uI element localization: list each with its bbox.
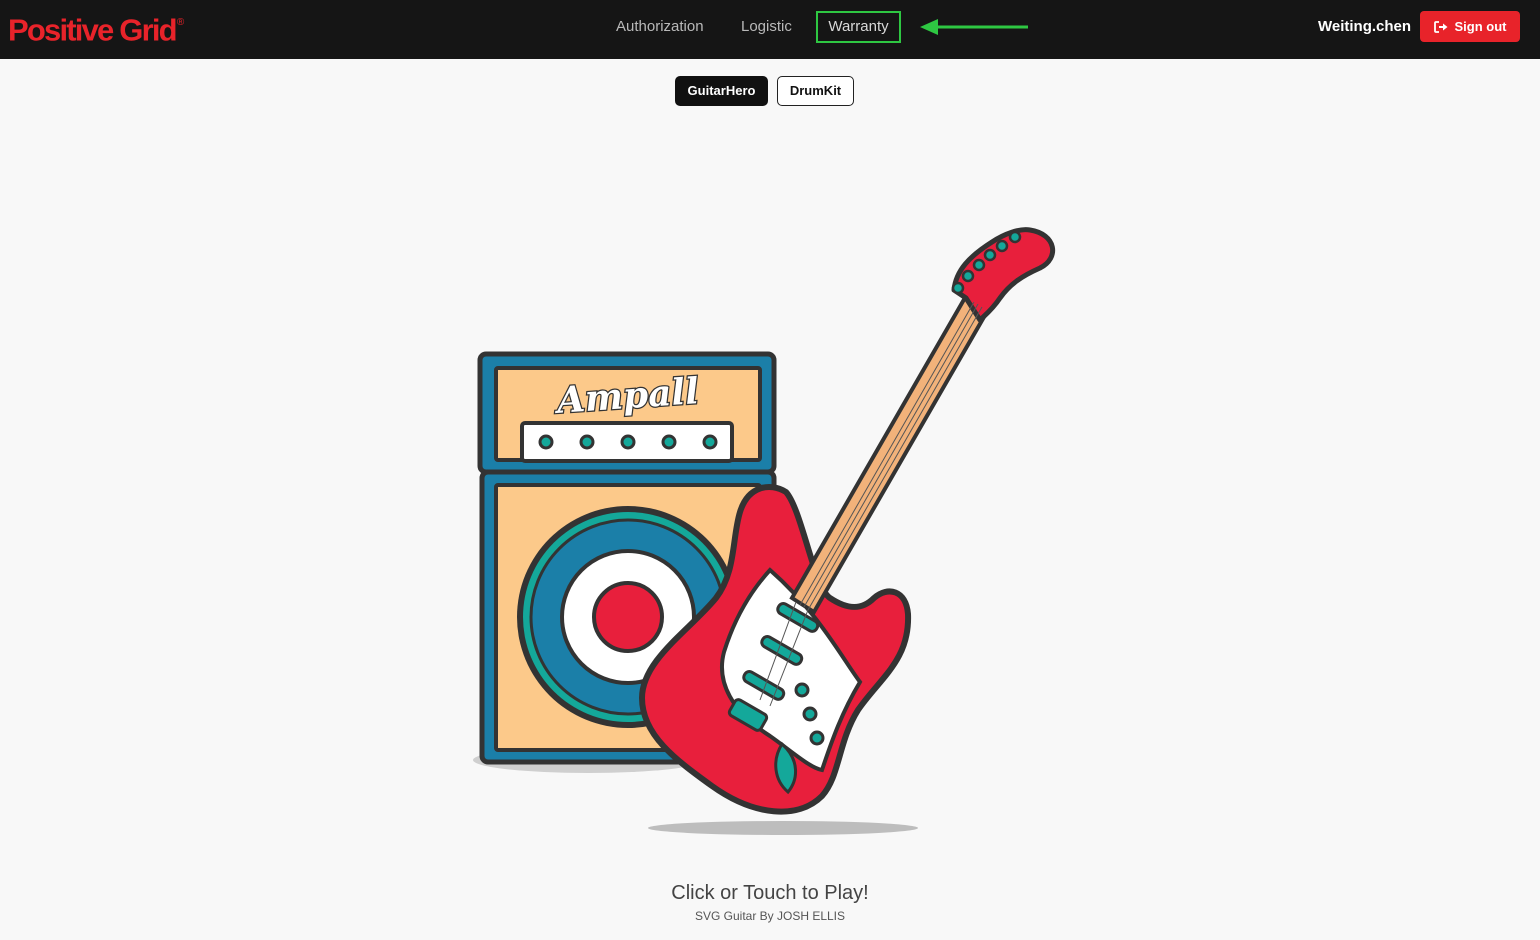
top-navbar: Positive Grid® Authorization Logistic Wa…: [0, 0, 1540, 59]
registered-mark: ®: [176, 17, 185, 28]
guitar-amp-illustration[interactable]: Ampall: [470, 220, 1070, 850]
neck: [789, 293, 991, 615]
nav-link-authorization[interactable]: Authorization: [616, 16, 704, 38]
play-instruction: Click or Touch to Play!: [671, 882, 869, 904]
sign-out-icon: [1433, 20, 1447, 33]
sign-out-button[interactable]: Sign out: [1420, 11, 1520, 42]
nav-link-warranty[interactable]: Warranty: [816, 11, 901, 43]
svg-credit: SVG Guitar By JOSH ELLIS: [694, 909, 846, 923]
guitar-shadow: [648, 821, 918, 835]
sign-out-label: Sign out: [1454, 19, 1507, 34]
username: Weiting.chen: [1318, 18, 1412, 35]
annotation-arrow-icon: [920, 19, 1028, 35]
amp-head: Ampall: [477, 351, 777, 475]
positive-grid-logo[interactable]: Positive Grid®: [8, 9, 184, 48]
drumkit-mode-button[interactable]: DrumKit: [777, 76, 854, 106]
nav-link-logistic[interactable]: Logistic: [741, 16, 792, 38]
guitarhero-mode-button[interactable]: GuitarHero: [675, 76, 768, 106]
logo-text: Positive Grid: [8, 12, 178, 48]
